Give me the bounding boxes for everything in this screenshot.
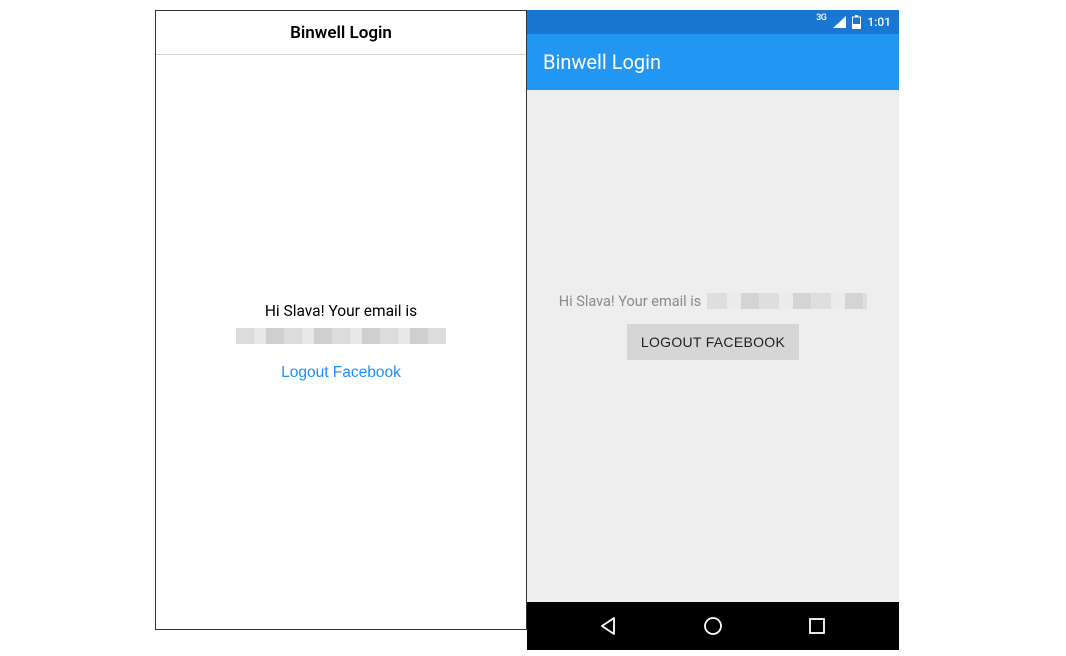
back-triangle-icon [599,616,619,636]
battery-icon [852,15,861,29]
android-navigation-bar [527,602,899,650]
android-email-redacted [707,293,867,309]
clock-label: 1:01 [867,15,891,29]
network-type-label: 3G [816,13,826,23]
android-phone-frame: 3G 1:01 Binwell Login Hi Slava! Your ema… [527,10,899,650]
android-content-area: Hi Slava! Your email is LOGOUT FACEBOOK [527,70,899,582]
recents-square-icon [807,616,827,636]
signal-icon [832,16,846,28]
android-status-bar: 3G 1:01 [527,10,899,34]
phones-container: Binwell Login Hi Slava! Your email is Lo… [155,10,899,650]
android-back-button[interactable] [581,610,637,642]
android-greeting-text: Hi Slava! Your email is [559,293,702,310]
android-greeting-row: Hi Slava! Your email is [559,293,868,310]
ios-content-area: Hi Slava! Your email is Logout Facebook [156,55,526,629]
home-circle-icon [702,615,724,637]
ios-navigation-bar: Binwell Login [156,11,526,55]
ios-logout-facebook-button[interactable]: Logout Facebook [281,364,401,382]
ios-greeting-text: Hi Slava! Your email is [265,302,417,320]
ios-email-redacted [236,328,446,344]
ios-phone-frame: Binwell Login Hi Slava! Your email is Lo… [155,10,527,630]
android-home-button[interactable] [684,609,742,643]
ios-page-title: Binwell Login [290,23,392,43]
android-logout-facebook-button[interactable]: LOGOUT FACEBOOK [627,324,799,360]
android-recents-button[interactable] [789,610,845,642]
